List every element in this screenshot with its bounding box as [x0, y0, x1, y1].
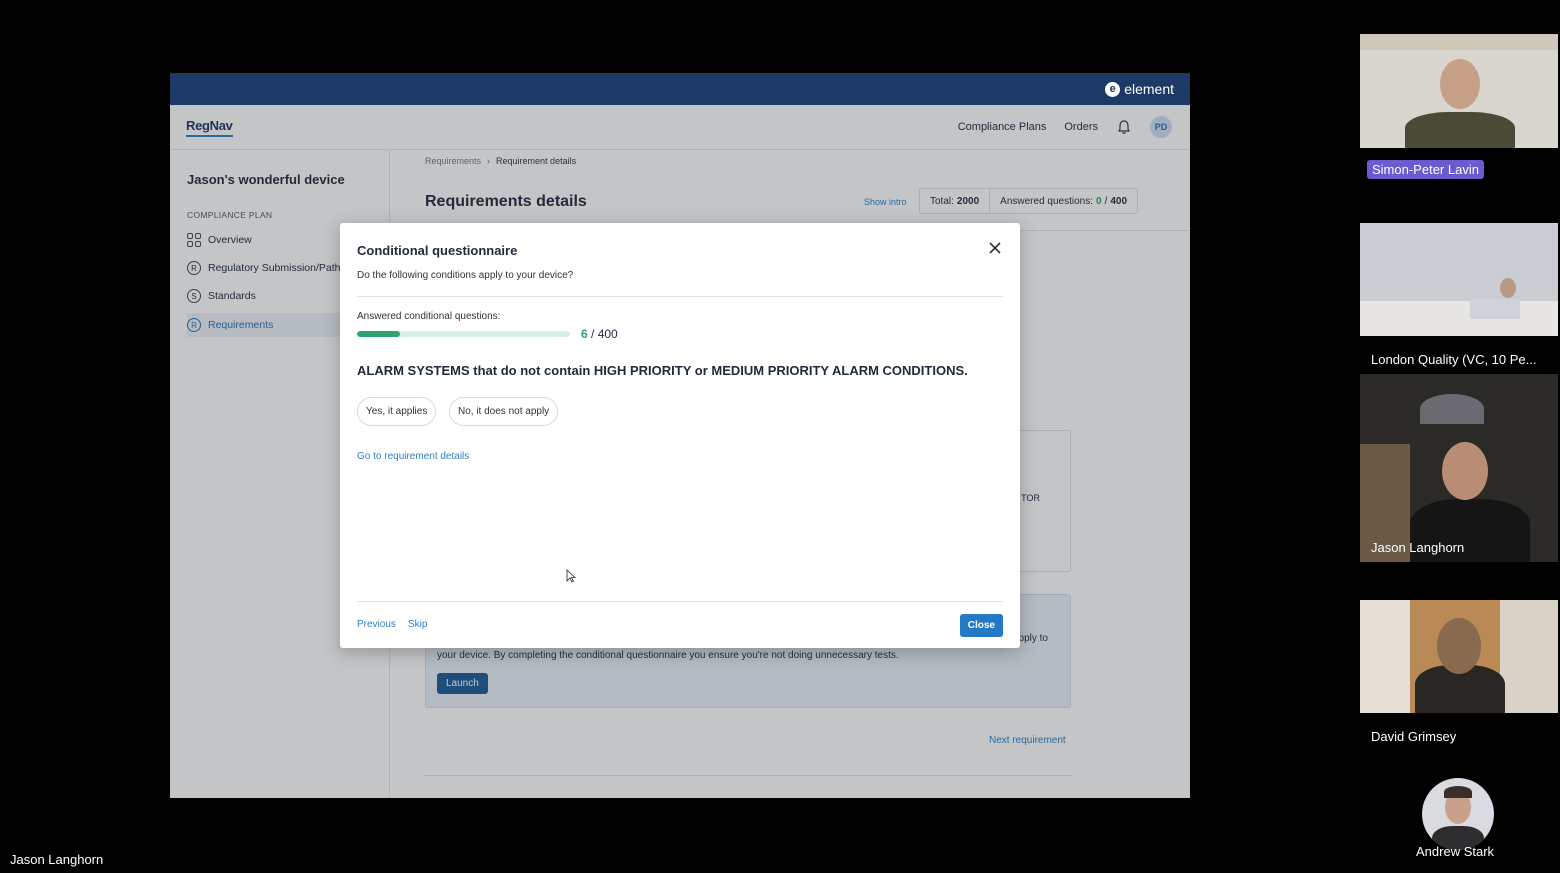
progress-total: 400: [597, 327, 618, 341]
progress-done: 6: [581, 327, 588, 341]
participant-name-3: Jason Langhorn: [1371, 540, 1465, 555]
participant-name-2: London Quality (VC, 10 Pe...: [1371, 352, 1537, 367]
brand-bar: e element: [170, 73, 1190, 105]
participant-video-1[interactable]: [1360, 34, 1558, 148]
participant-name-1: Simon-Peter Lavin: [1367, 160, 1484, 179]
mouse-cursor-icon: [566, 569, 577, 583]
progress-sep: /: [587, 327, 598, 341]
close-icon[interactable]: [988, 241, 1002, 255]
divider: [357, 296, 1003, 297]
close-button[interactable]: Close: [959, 614, 1003, 637]
conditional-questionnaire-modal: Conditional questionnaire Do the followi…: [340, 223, 1020, 648]
participant-video-4[interactable]: [1360, 600, 1558, 713]
progress-label: Answered conditional questions:: [357, 311, 501, 322]
element-brand-text: element: [1124, 81, 1174, 97]
participant-avatar-5[interactable]: [1422, 778, 1494, 850]
participant-name-4: David Grimsey: [1371, 729, 1457, 744]
modal-title: Conditional questionnaire: [357, 243, 518, 258]
participant-name-5: Andrew Stark: [1416, 844, 1495, 859]
no-does-not-apply-button[interactable]: No, it does not apply: [449, 397, 559, 426]
go-to-requirement-details-link[interactable]: Go to requirement details: [357, 451, 469, 462]
previous-button[interactable]: Previous: [357, 619, 396, 630]
progress-bar: [357, 331, 570, 337]
progress-bar-fill: [357, 331, 400, 337]
divider: [357, 601, 1003, 602]
skip-button[interactable]: Skip: [408, 619, 427, 630]
element-brand: e element: [1105, 81, 1174, 97]
yes-applies-button[interactable]: Yes, it applies: [357, 397, 437, 426]
participant-video-2[interactable]: [1360, 223, 1558, 336]
modal-subtitle: Do the following conditions apply to you…: [357, 270, 574, 281]
presenter-name: Jason Langhorn: [10, 852, 104, 867]
participant-video-3[interactable]: [1360, 374, 1558, 562]
question-text: ALARM SYSTEMS that do not contain HIGH P…: [357, 363, 968, 378]
progress-count: 6 / 400: [581, 327, 618, 341]
element-logo-icon: e: [1105, 81, 1121, 97]
meeting-window: e element RegNav Compliance Plans Orders…: [0, 0, 1560, 873]
